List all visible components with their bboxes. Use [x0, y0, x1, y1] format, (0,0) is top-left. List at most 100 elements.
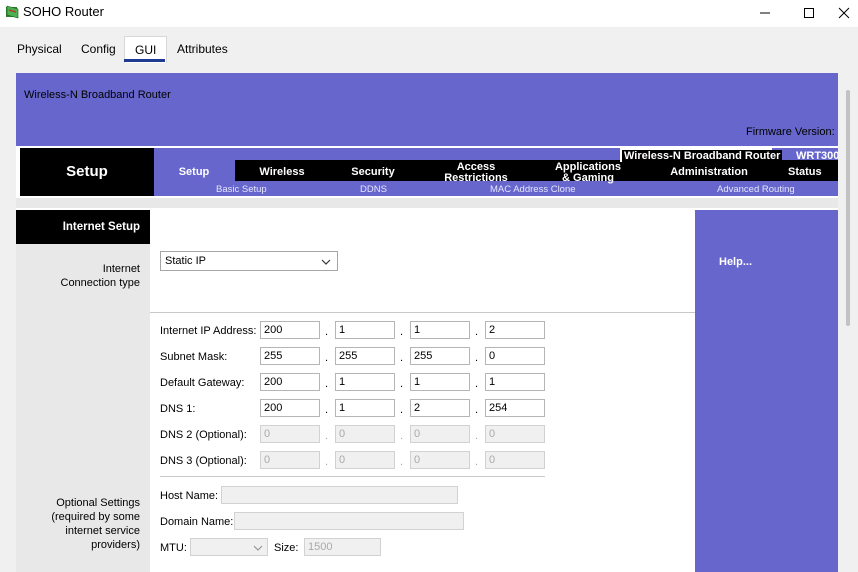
domain-name-input[interactable]: [234, 512, 464, 530]
optional-settings-line: providers): [91, 539, 140, 551]
subnet-mask-octet-3[interactable]: 255: [410, 347, 470, 365]
dns2-octet-4[interactable]: 0: [485, 425, 545, 443]
nav-item-administration[interactable]: Administration: [660, 167, 758, 178]
maximize-button[interactable]: [786, 0, 832, 26]
ip-address-octet-1[interactable]: 200: [260, 321, 320, 339]
octet-separator: .: [475, 352, 479, 364]
nav-item-setup[interactable]: Setup: [164, 167, 224, 178]
dns3-octet-3[interactable]: 0: [410, 451, 470, 469]
dns3-octet-2[interactable]: 0: [335, 451, 395, 469]
tab-physical[interactable]: Physical: [6, 36, 73, 62]
tab-attributes[interactable]: Attributes: [166, 36, 239, 62]
domain-name-label: Domain Name:: [160, 516, 234, 528]
nav-item-label: Administration: [670, 166, 748, 178]
nav-item-access-restrictions[interactable]: Access Restrictions: [430, 162, 522, 184]
close-icon: [838, 7, 850, 19]
octet-separator: .: [325, 430, 329, 442]
connection-type-select[interactable]: Static IP: [160, 251, 338, 271]
dns2-octet-3[interactable]: 0: [410, 425, 470, 443]
subnet-mask-octet-2[interactable]: 255: [335, 347, 395, 365]
octet-separator: .: [475, 326, 479, 338]
nav-divider: [16, 198, 838, 208]
firmware-version-label: Firmware Version:: [746, 126, 835, 138]
section-heading: Setup: [66, 163, 108, 180]
close-button[interactable]: [830, 0, 858, 26]
dns1-octet-2[interactable]: 1: [335, 399, 395, 417]
octet-separator: .: [400, 378, 404, 390]
header-divider: [16, 141, 838, 146]
gateway-octet-2[interactable]: 1: [335, 373, 395, 391]
subnav-ddns[interactable]: DDNS: [360, 184, 387, 195]
nav-item-wireless[interactable]: Wireless: [242, 167, 322, 178]
subnet-mask-label: Subnet Mask:: [160, 351, 228, 363]
subnet-mask-octet-4[interactable]: 0: [485, 347, 545, 365]
dns1-octet-3[interactable]: 2: [410, 399, 470, 417]
mtu-label: MTU:: [160, 542, 187, 554]
maximize-icon: [804, 8, 814, 18]
product-name: Wireless-N Broadband Router: [622, 150, 783, 162]
gateway-octet-3[interactable]: 1: [410, 373, 470, 391]
nav-item-label: Security: [351, 166, 395, 178]
host-name-input[interactable]: [221, 486, 458, 504]
minimize-icon: [760, 12, 770, 14]
optional-settings-line: Optional Settings: [56, 497, 140, 509]
octet-separator: .: [475, 430, 479, 442]
nav-item-status[interactable]: Status: [788, 167, 838, 178]
divider: [160, 476, 545, 477]
dns1-label: DNS 1:: [160, 403, 196, 415]
nav-item-label: Restrictions: [444, 172, 508, 184]
optional-settings-line: internet service: [65, 525, 140, 537]
octet-separator: .: [475, 456, 479, 468]
help-link[interactable]: Help...: [719, 256, 752, 268]
dns2-label: DNS 2 (Optional):: [160, 429, 247, 441]
size-input[interactable]: 1500: [304, 538, 381, 556]
divider: [150, 312, 695, 313]
header-model: Wireless-N Broadband Router: [24, 89, 171, 101]
dns1-octet-1[interactable]: 200: [260, 399, 320, 417]
minimize-button[interactable]: [742, 0, 788, 26]
subnav-advanced-routing[interactable]: Advanced Routing: [717, 184, 795, 195]
dns3-octet-1[interactable]: 0: [260, 451, 320, 469]
optional-settings-label: Optional Settings (required by some inte…: [16, 496, 140, 552]
dns2-octet-2[interactable]: 0: [335, 425, 395, 443]
router-app-icon: [6, 5, 19, 19]
nav-item-applications-gaming[interactable]: Applications & Gaming: [544, 162, 632, 184]
ip-address-label: Internet IP Address:: [160, 325, 257, 337]
ip-address-octet-2[interactable]: 1: [335, 321, 395, 339]
dns3-octet-4[interactable]: 0: [485, 451, 545, 469]
chevron-down-icon: [253, 545, 263, 551]
subnav-basic-setup[interactable]: Basic Setup: [216, 184, 267, 195]
gateway-octet-1[interactable]: 200: [260, 373, 320, 391]
host-name-label: Host Name:: [160, 490, 219, 502]
tab-active-indicator: [124, 59, 165, 62]
octet-separator: .: [325, 456, 329, 468]
nav-item-label: Wireless: [259, 166, 305, 178]
page-header: [16, 73, 838, 141]
model-number: WRT300: [796, 150, 838, 162]
size-label: Size:: [274, 542, 299, 554]
subnav-mac-address-clone[interactable]: MAC Address Clone: [490, 184, 576, 195]
nav-item-security[interactable]: Security: [332, 167, 414, 178]
tab-config[interactable]: Config: [70, 36, 127, 62]
octet-separator: .: [400, 404, 404, 416]
octet-separator: .: [400, 456, 404, 468]
connection-type-value: Static IP: [165, 255, 206, 267]
dns1-octet-4[interactable]: 254: [485, 399, 545, 417]
octet-separator: .: [400, 326, 404, 338]
nav-item-label: & Gaming: [562, 172, 614, 184]
gateway-octet-4[interactable]: 1: [485, 373, 545, 391]
title-bar: SOHO Router: [0, 0, 858, 27]
ip-address-octet-4[interactable]: 2: [485, 321, 545, 339]
ip-address-octet-3[interactable]: 1: [410, 321, 470, 339]
nav-item-label: Setup: [178, 166, 210, 178]
help-panel: [695, 210, 838, 572]
nav-item-label: Status: [788, 166, 822, 178]
subnet-mask-octet-1[interactable]: 255: [260, 347, 320, 365]
mtu-select[interactable]: [190, 538, 268, 556]
connection-type-label-line: Internet: [102, 263, 140, 275]
chevron-down-icon: [321, 259, 331, 265]
dns2-octet-1[interactable]: 0: [260, 425, 320, 443]
octet-separator: .: [400, 430, 404, 442]
scrollbar[interactable]: [846, 90, 850, 326]
octet-separator: .: [475, 404, 479, 416]
